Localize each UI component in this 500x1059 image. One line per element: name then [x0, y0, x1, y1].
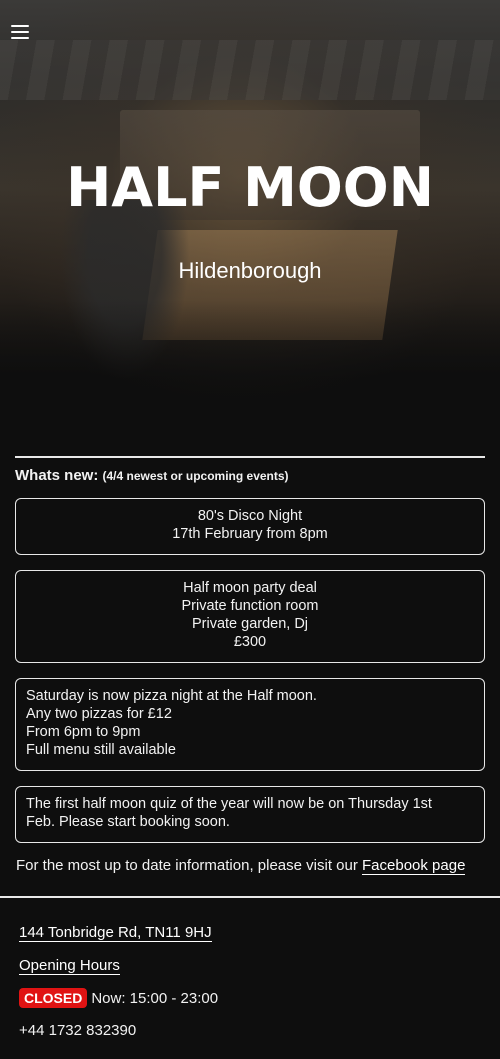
- hero-fade: [0, 300, 500, 420]
- opening-hours-link[interactable]: Opening Hours: [19, 957, 120, 975]
- hamburger-menu-icon[interactable]: [11, 25, 29, 39]
- news-card-line: Saturday is now pizza night at the Half …: [26, 688, 317, 704]
- facebook-link[interactable]: Facebook page: [362, 857, 466, 875]
- page-title: HALF MOON: [66, 156, 434, 219]
- news-card-4: The first half moon quiz of the year wil…: [15, 786, 485, 843]
- phone-number[interactable]: +44 1732 832390: [19, 1022, 136, 1039]
- news-card-3: Saturday is now pizza night at the Half …: [15, 678, 485, 771]
- footnote-text: For the most up to date information, ple…: [16, 857, 363, 874]
- news-card-line: Full menu still available: [26, 742, 176, 758]
- phone-row: +44 1732 832390: [19, 1022, 136, 1039]
- news-card-line: Any two pizzas for £12: [26, 706, 172, 722]
- news-card-line: Half moon party deal: [183, 580, 317, 596]
- news-footnote: For the most up to date information, ple…: [16, 857, 466, 875]
- page-subtitle: Hildenborough: [178, 258, 322, 283]
- news-heading-count: (4/4 newest or upcoming events): [102, 469, 289, 483]
- status-badge: CLOSED: [19, 988, 88, 1008]
- opening-hours-row: Opening Hours: [19, 957, 120, 975]
- footer-divider: [0, 896, 500, 898]
- news-card-line: Feb. Please start booking soon.: [26, 814, 230, 830]
- news-heading-label: Whats new:: [15, 467, 99, 484]
- news-card-line: 17th February from 8pm: [172, 526, 328, 542]
- address-row: 144 Tonbridge Rd, TN11 9HJ: [19, 924, 212, 942]
- news-card-line: Private function room: [181, 598, 319, 614]
- news-card-1: 80's Disco Night 17th February from 8pm: [15, 498, 485, 555]
- top-divider: [15, 456, 485, 458]
- news-card-2: Half moon party deal Private function ro…: [15, 570, 485, 663]
- address-link[interactable]: 144 Tonbridge Rd, TN11 9HJ: [19, 924, 212, 942]
- news-card-line: From 6pm to 9pm: [26, 724, 141, 740]
- status-hours: Now: 15:00 - 23:00: [91, 990, 219, 1007]
- news-card-line: The first half moon quiz of the year wil…: [26, 796, 432, 812]
- news-heading: Whats new: (4/4 newest or upcoming event…: [15, 467, 289, 484]
- news-card-line: Private garden, Dj: [191, 616, 309, 632]
- news-card-line: £300: [233, 634, 267, 650]
- hero-ceiling: [0, 40, 500, 100]
- news-card-line: 80's Disco Night: [197, 508, 303, 524]
- status-row: CLOSED Now: 15:00 - 23:00: [19, 988, 218, 1008]
